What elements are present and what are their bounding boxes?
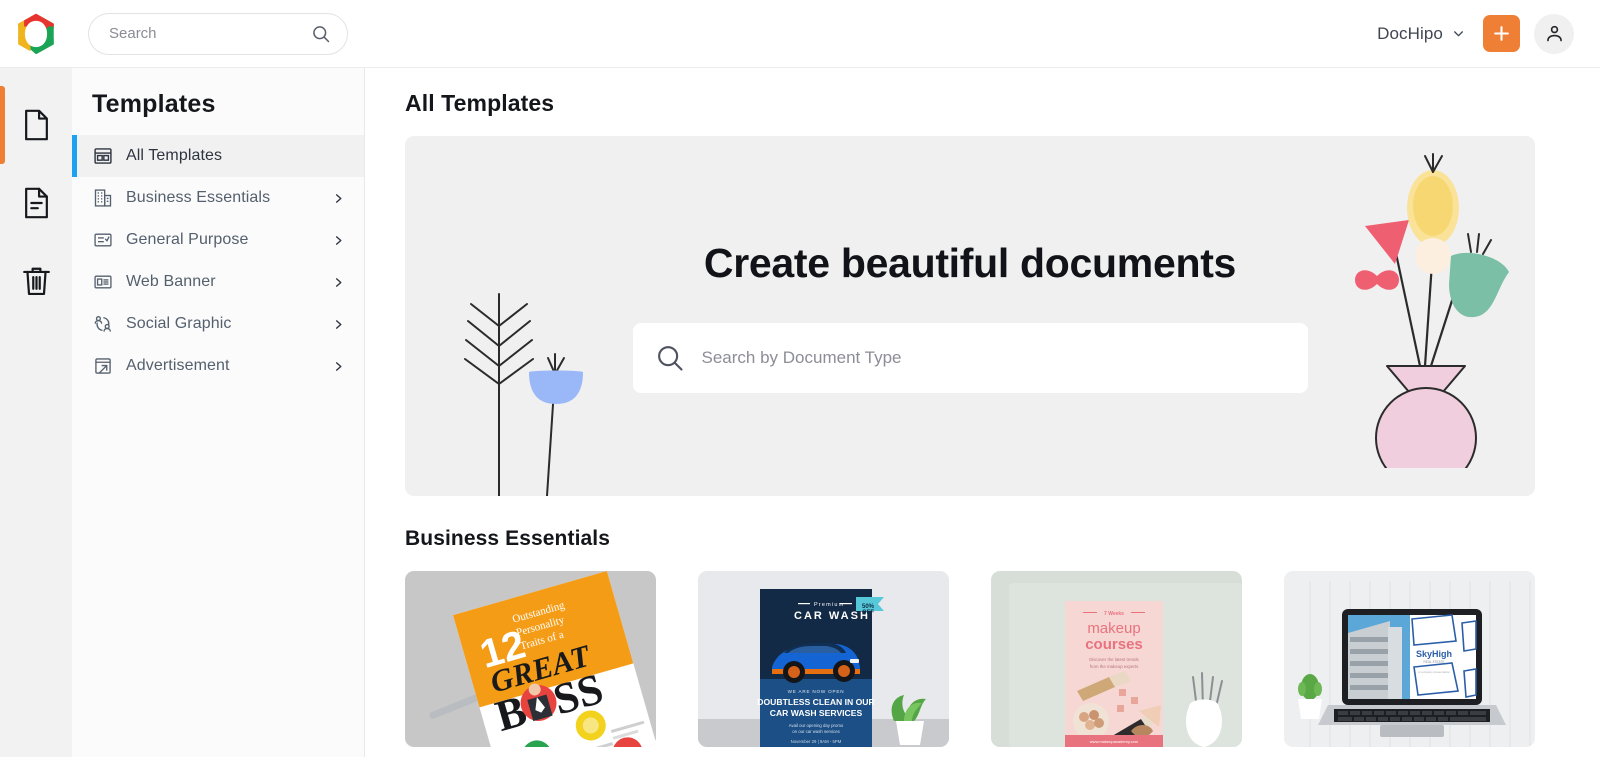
svg-text:REAL ESTATE: REAL ESTATE xyxy=(1423,660,1444,664)
hero-title: Create beautiful documents xyxy=(703,239,1237,286)
create-new-button[interactable] xyxy=(1483,15,1520,52)
header-search-box[interactable] xyxy=(88,12,348,55)
chevron-right-icon xyxy=(335,361,342,371)
document-lines-icon xyxy=(24,187,48,219)
icon-rail xyxy=(0,68,72,757)
social-share-icon xyxy=(92,313,114,335)
main-content: All Templates Create beautiful documents… xyxy=(366,68,1600,757)
hero-search-box[interactable] xyxy=(632,322,1308,393)
svg-text:www.makeupacademy.com: www.makeupacademy.com xyxy=(1090,739,1139,744)
template-card[interactable]: 12 Outstanding Personality Traits of a G… xyxy=(405,571,656,747)
skyhigh-presentation-thumbnail: SkyHigh REAL ESTATE A company presentati… xyxy=(1284,571,1535,747)
app-root: DocHipo xyxy=(0,0,1600,757)
car-wash-flyer-thumbnail: Premium CAR WASH 50% OFF WE ARE NOW OPEN… xyxy=(698,571,949,747)
sidebar-item-social-graphic[interactable]: Social Graphic xyxy=(72,303,364,345)
svg-text:from the makeup experts: from the makeup experts xyxy=(1090,664,1139,669)
section-title-business-essentials: Business Essentials xyxy=(405,527,610,550)
user-icon xyxy=(1546,25,1562,42)
sidebar-item-web-banner[interactable]: Web Banner xyxy=(72,261,364,303)
chevron-right-icon xyxy=(335,193,342,203)
svg-text:Premium: Premium xyxy=(814,602,844,608)
svg-text:makeup: makeup xyxy=(1087,620,1140,637)
svg-text:WE ARE NOW OPEN: WE ARE NOW OPEN xyxy=(788,689,845,694)
sidebar-item-general-purpose[interactable]: General Purpose xyxy=(72,219,364,261)
grid-layout-icon xyxy=(92,145,114,167)
flower-branch-illustration xyxy=(464,293,583,496)
rail-item-templates[interactable] xyxy=(0,164,72,242)
svg-text:OFF: OFF xyxy=(862,610,874,616)
trash-icon xyxy=(22,267,50,296)
sidebar-item-label: Advertisement xyxy=(126,357,230,374)
flower-vase-illustration xyxy=(1355,153,1509,468)
svg-text:CAR WASH SERVICES: CAR WASH SERVICES xyxy=(770,708,863,718)
templates-sidebar: Templates All Templates Business Essenti… xyxy=(72,68,365,757)
chevron-right-icon xyxy=(335,319,342,329)
svg-text:7 Weeks: 7 Weeks xyxy=(1104,611,1124,617)
banner-layout-icon xyxy=(92,271,114,293)
makeup-courses-flyer-thumbnail: 7 Weeks makeup courses Discover the late… xyxy=(991,571,1242,747)
sidebar-item-label: Social Graphic xyxy=(126,315,232,332)
svg-text:SkyHigh: SkyHigh xyxy=(1416,649,1452,659)
search-icon xyxy=(657,345,683,371)
template-card[interactable]: SkyHigh REAL ESTATE A company presentati… xyxy=(1284,571,1535,747)
header-actions: DocHipo xyxy=(1373,13,1600,54)
hero-banner: Create beautiful documents xyxy=(405,136,1535,496)
brand-dropdown[interactable]: DocHipo xyxy=(1373,18,1469,50)
hero-search-input[interactable] xyxy=(701,322,1286,393)
svg-text:DOUBTLESS CLEAN IN OUR: DOUBTLESS CLEAN IN OUR xyxy=(757,697,875,707)
svg-text:A company presentation: A company presentation xyxy=(1418,670,1451,674)
svg-text:on our car wash services: on our car wash services xyxy=(792,729,840,734)
sidebar-item-label: General Purpose xyxy=(126,231,249,248)
svg-text:Discover the latest trends: Discover the latest trends xyxy=(1089,657,1139,662)
app-logo[interactable] xyxy=(0,0,72,68)
chevron-right-icon xyxy=(335,235,342,245)
svg-text:November 29 | 9AM - 5PM: November 29 | 9AM - 5PM xyxy=(791,739,842,744)
chevron-down-icon xyxy=(1454,31,1463,37)
sidebar-item-business-essentials[interactable]: Business Essentials xyxy=(72,177,364,219)
rail-item-trash[interactable] xyxy=(0,242,72,320)
template-card-grid: 12 Outstanding Personality Traits of a G… xyxy=(405,571,1535,747)
template-card[interactable]: Premium CAR WASH 50% OFF WE ARE NOW OPEN… xyxy=(698,571,949,747)
sidebar-item-label: All Templates xyxy=(126,147,223,164)
brand-name-label: DocHipo xyxy=(1377,23,1443,43)
sidebar-title: Templates xyxy=(92,90,216,118)
sidebar-item-label: Web Banner xyxy=(126,273,216,290)
sidebar-item-label: Business Essentials xyxy=(126,189,271,206)
search-input[interactable] xyxy=(89,13,347,54)
svg-text:courses: courses xyxy=(1085,636,1143,653)
svg-text:CAR WASH: CAR WASH xyxy=(794,610,870,622)
sidebar-item-all-templates[interactable]: All Templates xyxy=(72,135,364,177)
ad-window-icon xyxy=(92,355,114,377)
top-header: DocHipo xyxy=(0,0,1600,68)
checklist-icon xyxy=(92,229,114,251)
sidebar-item-advertisement[interactable]: Advertisement xyxy=(72,345,364,387)
plus-icon xyxy=(1494,26,1509,41)
template-card[interactable]: 7 Weeks makeup courses Discover the late… xyxy=(991,571,1242,747)
chevron-right-icon xyxy=(335,277,342,287)
building-icon xyxy=(92,187,114,209)
great-boss-infographic-thumbnail: 12 Outstanding Personality Traits of a G… xyxy=(405,571,656,747)
svg-text:Avail our opening day promo: Avail our opening day promo xyxy=(789,723,844,728)
page-title: All Templates xyxy=(405,90,555,116)
rail-item-documents[interactable] xyxy=(0,86,72,164)
dochipo-hexagon-logo xyxy=(18,13,54,54)
document-blank-icon xyxy=(24,109,48,141)
account-avatar-button[interactable] xyxy=(1534,13,1574,54)
